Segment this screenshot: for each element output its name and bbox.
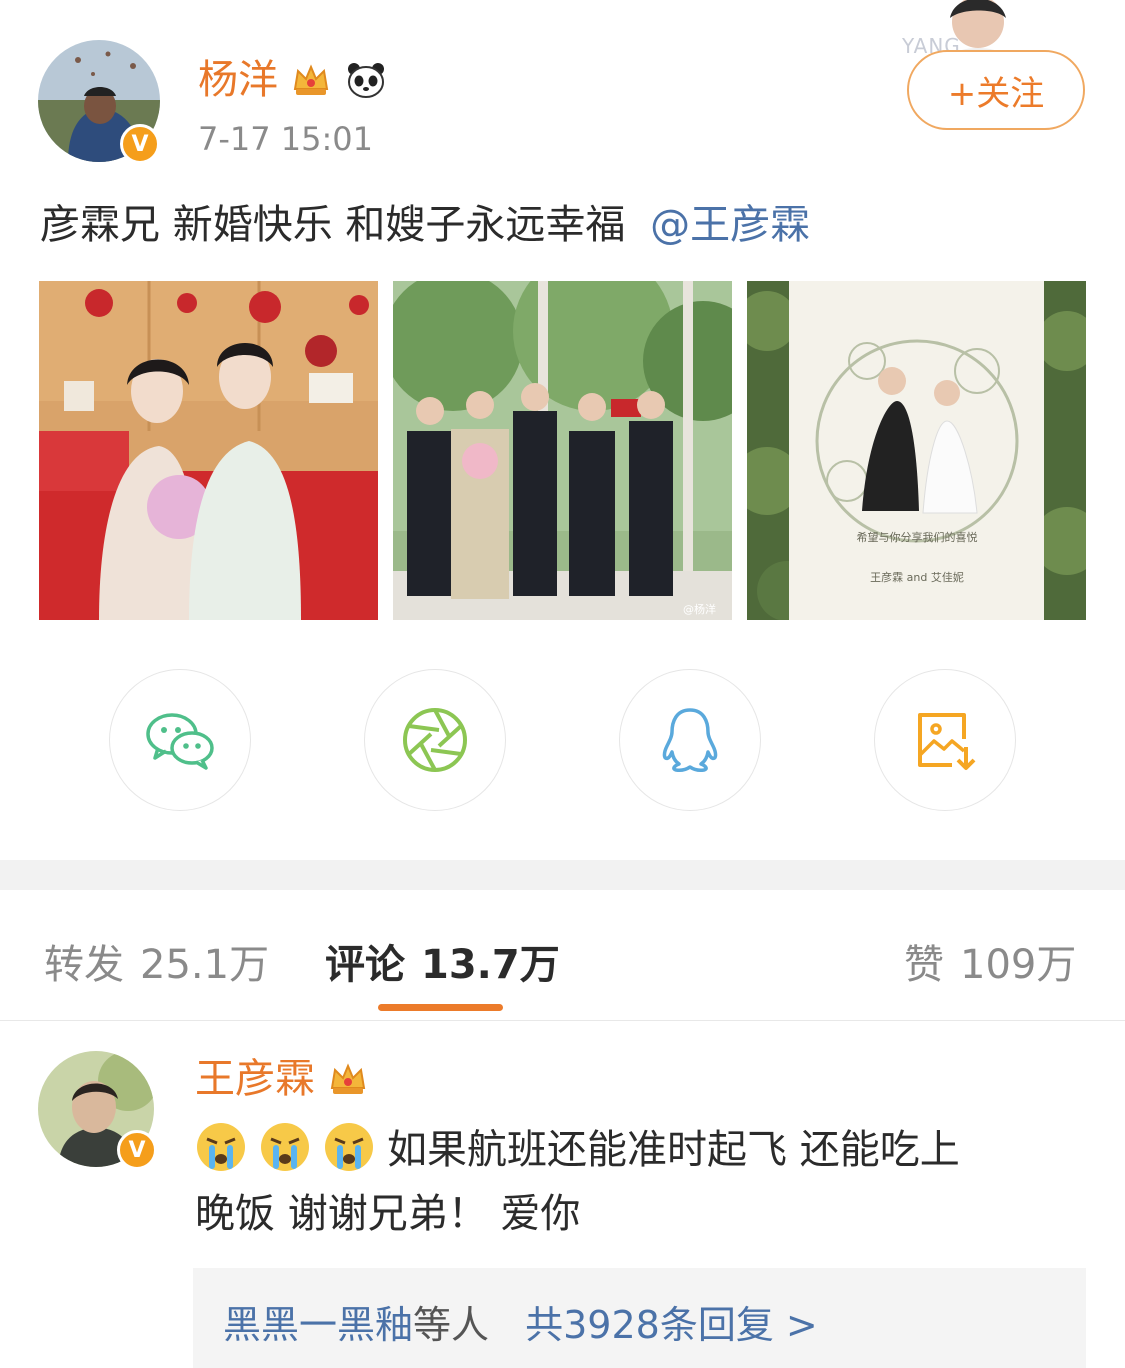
tab-like-count: 109万 (960, 942, 1077, 988)
qq-share-button[interactable] (619, 669, 761, 811)
crying-emoji-icon (259, 1121, 311, 1173)
comment-line-1: 如果航班还能准时起飞 还能吃上 (195, 1118, 1065, 1182)
moments-share-button[interactable] (364, 669, 506, 811)
tab-comment-label: 评论 (325, 942, 405, 988)
section-divider (0, 860, 1125, 890)
tab-repost-label: 转发 (44, 942, 124, 988)
post-author-name-row: 杨洋 (198, 58, 388, 102)
tabs-divider (0, 1020, 1125, 1021)
comment-author-row: 王彦霖 (195, 1058, 369, 1100)
qq-penguin-icon (662, 708, 718, 772)
save-image-icon (918, 713, 976, 770)
active-tab-indicator (378, 1004, 503, 1011)
groomsmen-photo[interactable]: @杨洋 (393, 281, 732, 620)
wedding-couple-photo[interactable] (39, 281, 378, 620)
crying-emoji-icon (195, 1121, 247, 1173)
comment-crown-icon (327, 1058, 369, 1100)
comment-verified-badge-icon: V (117, 1130, 157, 1170)
aperture-icon (403, 708, 467, 772)
tab-like-label: 赞 (904, 942, 944, 988)
follow-button[interactable]: +关注 (907, 50, 1085, 130)
verified-badge-icon: V (120, 124, 160, 164)
reply-users-etc: 等人 (413, 1303, 490, 1347)
tab-repost-count: 25.1万 (140, 942, 270, 988)
tab-repost[interactable]: 转发 25.1万 (44, 932, 269, 990)
comment-text-line-1: 如果航班还能准时起飞 还能吃上 (387, 1127, 960, 1173)
post-body-text: 彦霖兄 新婚快乐 和嫂子永远幸福 (40, 202, 626, 248)
post-text: 彦霖兄 新婚快乐 和嫂子永远幸福 @王彦霖 (40, 192, 810, 250)
post-timestamp: 7-17 15:01 (198, 120, 374, 158)
crown-icon (290, 59, 332, 101)
invitation-caption: 希望与你分享我们的喜悦 (857, 530, 978, 544)
invitation-names: 王彦霖 and 艾佳妮 (870, 570, 964, 584)
comment-text-line-2: 晚饭 谢谢兄弟！ 爱你 (195, 1191, 581, 1237)
wedding-invitation-photo[interactable]: 希望与你分享我们的喜悦 王彦霖 and 艾佳妮 (747, 281, 1086, 620)
comment-text: 如果航班还能准时起飞 还能吃上 晚饭 谢谢兄弟！ 爱你 (195, 1118, 1065, 1246)
photo-watermark: @杨洋 (683, 602, 716, 616)
replies-line: 黑黑一黑釉等人 共3928条回复 > (223, 1294, 818, 1349)
tab-comment[interactable]: 评论 13.7万 (325, 932, 560, 990)
save-image-button[interactable] (874, 669, 1016, 811)
follow-button-label: +关注 (947, 73, 1045, 114)
tab-like[interactable]: 赞 109万 (904, 932, 1076, 990)
crying-emoji-icon (323, 1121, 375, 1173)
post-author-name[interactable]: 杨洋 (198, 60, 278, 100)
wechat-icon (146, 713, 214, 770)
wechat-share-button[interactable] (109, 669, 251, 811)
comment-author-name[interactable]: 王彦霖 (195, 1059, 315, 1099)
panda-icon (344, 58, 388, 102)
reply-users[interactable]: 黑黑一黑釉 (223, 1303, 413, 1347)
mention-link[interactable]: @王彦霖 (650, 202, 810, 248)
tab-comment-count: 13.7万 (421, 942, 560, 988)
replies-summary[interactable]: 黑黑一黑釉等人 共3928条回复 > (193, 1268, 1086, 1368)
reply-count-link[interactable]: 共3928条回复 > (525, 1303, 818, 1347)
